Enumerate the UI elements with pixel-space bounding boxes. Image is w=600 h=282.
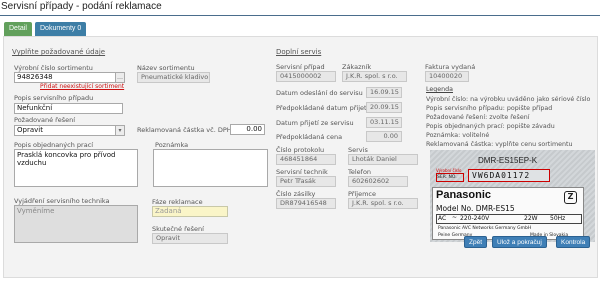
case-label: Servisní případ: [276, 63, 325, 71]
check-button[interactable]: Kontrola: [556, 236, 591, 248]
sent-date-label: Datum odeslání do servisu: [276, 89, 363, 97]
legend-line: Popis objednaných prací: popište závadu: [426, 123, 555, 130]
phase-label: Fáze reklamace: [152, 198, 203, 206]
work-label: Popis objednaných prací: [14, 141, 94, 149]
protocol-field: 468451864: [276, 154, 336, 165]
note-label: Poznámka: [155, 141, 189, 149]
technician-label: Servisní technik: [276, 168, 328, 176]
issue-input[interactable]: Nefunkční: [14, 103, 123, 114]
serviceman-field: Lhoták Daniel: [348, 154, 418, 165]
serial-lookup-button[interactable]: …: [116, 72, 125, 83]
photo-power-tilde: ~: [452, 214, 458, 221]
tab-documents[interactable]: Dokumenty 0: [35, 22, 87, 36]
photo-power-voltage: 220-240V: [460, 215, 490, 222]
claim-amount-label: Reklamovaná částka vč. DPH: [137, 126, 232, 134]
title-divider: [0, 15, 600, 16]
section-required: Vyplňte požadované údaje: [12, 48, 106, 56]
product-name-field: Pneumatické kladivo: [137, 72, 210, 83]
parcel-field: DR879416548: [276, 198, 336, 209]
expected-date-label: Předpokládané datum přijetí: [276, 104, 369, 112]
parcel-label: Číslo zásilky: [276, 190, 316, 198]
actual-solution-field: Opravit: [152, 233, 228, 244]
issue-label: Popis servisního případu: [14, 94, 94, 102]
legend-title: Legenda: [426, 86, 453, 93]
tab-detail[interactable]: Detail: [4, 22, 32, 36]
save-continue-button[interactable]: Ulož a pokračuj: [492, 236, 547, 248]
chevron-down-icon[interactable]: ▾: [116, 125, 125, 136]
legend-line: Poznámka: volitelné: [426, 132, 490, 139]
technician-field: Petr Třasák: [276, 176, 336, 187]
protocol-label: Číslo protokolu: [276, 146, 325, 154]
customer-label: Zákazník: [342, 63, 372, 71]
back-button[interactable]: Zpět: [464, 236, 488, 248]
recipient-label: Příjemce: [348, 190, 376, 198]
claim-amount-input[interactable]: 0.00: [230, 124, 265, 135]
photo-model-top: DMR-ES15EP-K: [478, 156, 538, 165]
add-nonexistent-product-link[interactable]: Přidat neexistující sortiment: [40, 83, 124, 90]
photo-serial-code: VW6DA01172: [468, 169, 550, 182]
note-textarea[interactable]: [153, 149, 268, 187]
sent-date-field: 16.09.15: [366, 87, 402, 98]
work-textarea[interactable]: Prasklá koncovka pro přívod vzduchu: [14, 149, 138, 187]
legend-line: Popis servisního případu: popište případ: [426, 105, 553, 112]
recipient-field: J.K.R. spol. s r.o.: [348, 198, 418, 209]
class2-symbol-icon: Z: [564, 191, 577, 204]
phone-label: Telefon: [348, 168, 372, 176]
serial-label: Výrobní číslo sortimentu: [14, 64, 93, 72]
case-field: 0415000002: [276, 71, 336, 82]
technician-statement-textarea: Vyměníme: [14, 205, 138, 243]
legend-line: Požadované řešení: zvolte řešení: [426, 114, 530, 121]
expected-price-field: 0.00: [366, 131, 402, 142]
legend-line: Reklamovaná částka: vyplňte cenu sortime…: [426, 141, 573, 148]
photo-power-watt: 22W: [524, 215, 538, 222]
photo-model-line: Model No. DMR-ES15: [436, 204, 515, 213]
phone-field: 602602602: [348, 176, 408, 187]
received-date-field: 03.11.15: [366, 117, 402, 128]
expected-date-field: 20.09.15: [366, 102, 402, 113]
solution-label: Požadované řešení: [14, 116, 76, 124]
invoice-field: 10400020: [425, 71, 469, 82]
photo-brand: Panasonic: [436, 189, 492, 201]
product-name-label: Název sortimentu: [137, 64, 195, 72]
solution-select[interactable]: Opravit: [14, 125, 116, 136]
customer-field: J.K.R. spol. s r.o.: [342, 71, 407, 82]
actual-solution-label: Skutečné řešení: [152, 225, 204, 233]
invoice-label: Faktura vydaná: [425, 63, 476, 71]
technician-statement-label: Vyjádření servisního technika: [14, 197, 110, 205]
photo-ser-no: SER. NO.: [437, 175, 457, 180]
serviceman-label: Servis: [348, 146, 368, 154]
legend-line: Výrobní číslo: na výrobku uváděno jako s…: [426, 96, 591, 103]
expected-price-label: Předpokládaná cena: [276, 133, 343, 141]
phase-field: Zadaná: [152, 206, 228, 217]
serial-input[interactable]: 94826348: [14, 72, 116, 83]
page-title: Servisní případy - podání reklamace: [1, 1, 162, 12]
photo-power-ac: AC: [438, 215, 447, 222]
section-service: Doplní servis: [276, 48, 322, 56]
received-date-label: Datum přijetí ze servisu: [276, 119, 354, 127]
product-label-photo: DMR-ES15EP-K Výrobní číslo SER. NO. VW6D…: [430, 150, 595, 242]
photo-power-hz: 50Hz: [550, 215, 566, 222]
photo-maker: Panasonic AVC Networks Germany GmbH: [438, 226, 532, 231]
